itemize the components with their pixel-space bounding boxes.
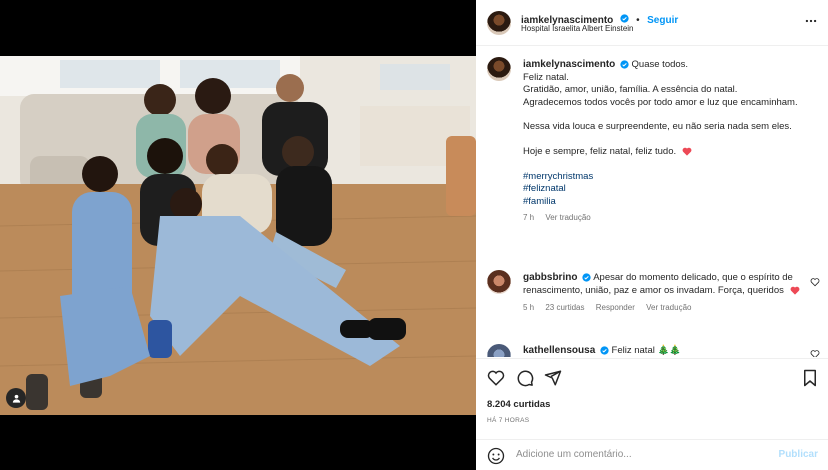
post-photo[interactable]: [0, 56, 476, 415]
comment: kathellensousa Feliz natal 🎄🎄: [523, 345, 803, 357]
photo-illustration: [0, 56, 476, 415]
caption: iamkelynascimento Quase todos. Feliz nat…: [523, 59, 815, 222]
hashtag-link[interactable]: #merrychristmas: [523, 171, 815, 184]
post-time[interactable]: HÁ 7 HORAS: [487, 417, 529, 424]
hashtag-link[interactable]: #feliznatal: [523, 183, 815, 196]
comment-translate[interactable]: Ver tradução: [646, 303, 691, 312]
comment-reply-button[interactable]: Responder: [596, 303, 635, 312]
comment-like-icon[interactable]: [810, 277, 820, 287]
heart-emoji-icon: [682, 147, 692, 156]
heart-icon[interactable]: [487, 369, 505, 387]
post-header: iamkelynascimento • Seguir Hospital Isra…: [476, 0, 828, 46]
caption-time[interactable]: 7 h: [523, 213, 534, 222]
comment-like-icon[interactable]: [810, 349, 820, 357]
caption-line: Quase todos.: [631, 59, 689, 70]
comment-text: Feliz natal 🎄🎄: [611, 345, 682, 356]
publish-button[interactable]: Publicar: [779, 449, 818, 460]
caption-username[interactable]: iamkelynascimento: [523, 59, 615, 70]
caption-line: Agradecemos todos vocês por todo amor e …: [523, 96, 798, 108]
user-tag-button[interactable]: [6, 388, 26, 408]
separator-dot: •: [636, 15, 640, 26]
more-icon[interactable]: [804, 14, 818, 28]
user-tag-icon: [12, 394, 20, 403]
caption-line: Nessa vida louca e surpreendente, eu não…: [523, 121, 792, 133]
comment-username[interactable]: kathellensousa: [523, 345, 595, 356]
post-panel: iamkelynascimento • Seguir Hospital Isra…: [476, 0, 828, 470]
verified-icon: [582, 273, 591, 282]
caption-line: Feliz natal.: [523, 71, 569, 83]
likes-count[interactable]: 8.204 curtidas: [487, 399, 550, 410]
heart-emoji-icon: [790, 286, 799, 295]
comment-icon[interactable]: [516, 369, 534, 387]
comment-likes[interactable]: 23 curtidas: [545, 303, 584, 312]
comment-avatar[interactable]: [487, 344, 511, 357]
avatar[interactable]: [487, 11, 511, 35]
caption-line: Hoje e sempre, feliz natal, feliz tudo.: [523, 145, 677, 157]
save-icon[interactable]: [802, 369, 818, 387]
caption-line: Gratidão, amor, união, família. A essênc…: [523, 84, 738, 96]
post-media: [0, 0, 476, 470]
actions-bar: 8.204 curtidas HÁ 7 HORAS Adicione um co…: [476, 358, 828, 470]
emoji-icon[interactable]: [487, 447, 505, 465]
add-comment-bar: Adicione um comentário... Publicar: [476, 439, 828, 470]
comment-username[interactable]: gabbsbrino: [523, 272, 577, 283]
caption-avatar[interactable]: [487, 57, 511, 81]
follow-button[interactable]: Seguir: [647, 15, 678, 26]
comment-avatar[interactable]: [487, 270, 511, 294]
comment: gabbsbrino Apesar do momento delicado, q…: [523, 272, 803, 312]
share-icon[interactable]: [544, 369, 562, 387]
caption-translate[interactable]: Ver tradução: [545, 213, 590, 222]
comments-area: iamkelynascimento Quase todos. Feliz nat…: [476, 47, 828, 357]
comment-time[interactable]: 5 h: [523, 303, 534, 312]
verified-icon: [600, 346, 609, 355]
comment-input[interactable]: Adicione um comentário...: [516, 449, 632, 460]
hashtag-link[interactable]: #familia: [523, 196, 815, 209]
verified-icon: [620, 60, 629, 69]
verified-icon: [620, 14, 629, 23]
location-link[interactable]: Hospital Israelita Albert Einstein: [521, 24, 634, 33]
